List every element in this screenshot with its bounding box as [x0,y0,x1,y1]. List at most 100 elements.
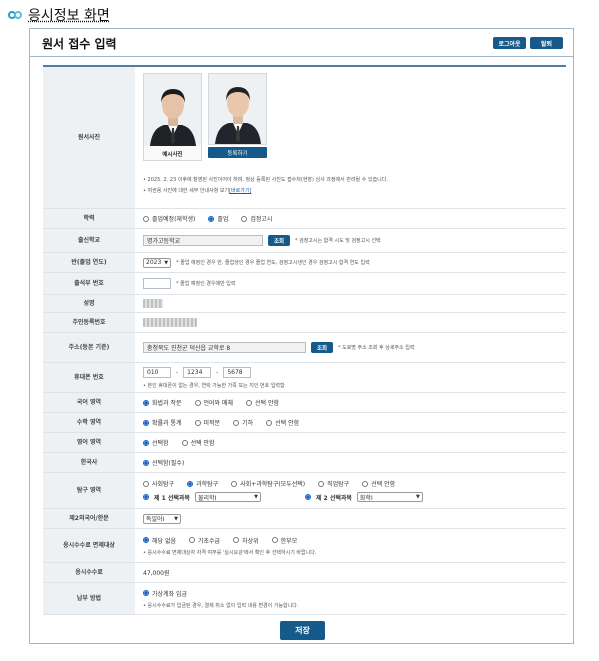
english-options: 선택함 선택 안함 [143,438,566,447]
exemption-option-label: 기초수급 [198,537,221,545]
double-circle-icon [8,10,22,20]
person-photo-icon [212,76,263,144]
education-option-label: 졸업예정(재학생) [152,216,196,223]
address-input[interactable]: 충청북도 진천군 덕산읍 교학로 8 [143,342,306,353]
math-option[interactable]: 미적분 [194,418,221,427]
exemption-option[interactable]: 해당 없음 [143,536,176,545]
payment-option[interactable]: 가상계좌 입금 [143,589,187,598]
korean-option-label: 언어와 매체 [203,400,234,407]
inquiry-option[interactable]: 직업탐구 [318,479,349,488]
attendance-hint: * 졸업 예정인 경우에만 입력 [176,281,236,287]
exemption-hint: • 응시수수료 면제대상자 자격 여부를 '실시요강'에서 확인 후 선택하시기… [143,549,317,556]
school-hint: * 검정고시는 합격 시도 및 검정고시 선택 [295,238,381,244]
label-exemption: 응시수수료 면제대상 [43,529,135,562]
foreign-language-select[interactable]: 독일어Ⅰ ▼ [143,513,181,524]
second-subject-select[interactable]: 화학Ⅰ ▼ [356,492,423,502]
chevron-down-icon: ▼ [174,515,178,522]
inquiry-option[interactable]: 사회+과학탐구(모두선택) [231,479,305,488]
label-inquiry: 탐구 영역 [43,473,135,508]
radio-button[interactable] [143,459,149,466]
education-option[interactable]: 졸업예정(재학생) [143,214,195,223]
photo-guide-link[interactable]: [바로가기] [229,187,251,194]
withdraw-button[interactable]: 탈퇴 [530,37,563,49]
radio-button[interactable] [266,419,273,426]
radio-button[interactable] [189,537,195,543]
school-search-button[interactable]: 조회 [268,235,290,246]
label-address-line1: 주소 [68,344,80,351]
radio-button[interactable] [233,419,240,426]
english-option[interactable]: 선택함 [143,438,169,447]
education-option[interactable]: 졸업 [208,214,228,223]
radio-button[interactable] [143,537,149,543]
radio-button[interactable] [143,419,149,426]
label-name: 성명 [43,295,135,312]
label-resident: 주민등록번호 [43,313,135,332]
photo-note-2: • 여권용 사진에 대한 세부 안내사항 보기 [143,188,230,194]
school-input[interactable]: 명가고등학교 [143,235,263,246]
korean-option[interactable]: 선택 안함 [246,398,279,407]
radio-button[interactable] [318,480,325,487]
history-option[interactable]: 선택함(필수) [143,458,184,467]
second-subject-label: 제 2 선택과목 [315,494,352,502]
radio-button[interactable] [362,480,369,487]
radio-button[interactable] [194,399,201,406]
inquiry-option[interactable]: 과학탐구 [187,479,218,488]
math-option[interactable]: 확률과 통계 [143,418,182,427]
radio-button[interactable] [143,480,149,487]
label-education: 학력 [43,209,135,228]
radio-button[interactable] [271,537,278,543]
radio-button[interactable] [187,480,194,487]
row-korean: 국어 영역 화법과 작문 언어와 매체 선택 안함 [43,393,566,413]
inquiry-option-label: 선택 안함 [371,481,396,488]
phone-part3-input[interactable]: 5678 [223,366,252,378]
save-button[interactable]: 저장 [280,621,325,640]
exemption-option[interactable]: 한부모 [271,536,297,545]
label-fee: 응시수수료 [43,563,135,582]
education-option[interactable]: 검정고시 [241,214,272,223]
radio-button[interactable] [143,399,149,406]
label-foreign: 제2외국어/한문 [43,509,135,528]
inquiry-option[interactable]: 선택 안함 [362,479,395,488]
label-attendance: 출석부 번호 [43,273,135,294]
radio-button[interactable] [241,215,248,222]
inquiry-option[interactable]: 사회탐구 [143,479,174,488]
row-resident: 주민등록번호 [43,313,566,333]
logout-button[interactable]: 로그아웃 [493,37,526,49]
radio-button[interactable] [143,215,149,222]
math-option-label: 미적분 [203,420,221,427]
radio-button[interactable] [231,480,238,487]
radio-button[interactable] [143,439,149,446]
label-address-line2: (등본 기준) [79,344,110,351]
first-subject-label: 제 1 선택과목 [154,494,190,502]
inquiry-option-label: 사회탐구 [152,481,175,488]
korean-option[interactable]: 화법과 작문 [143,398,182,407]
second-subject-radio[interactable] [304,494,311,500]
label-korean: 국어 영역 [43,393,135,412]
radio-button[interactable] [181,439,188,446]
application-form: 원서 접수 입력 로그아웃 탈퇴 원서사진 예시사진 등록하기 • 2025. … [29,28,574,644]
math-option-label: 선택 안함 [275,420,300,427]
radio-button[interactable] [233,537,240,543]
label-english: 영어 영역 [43,433,135,452]
radio-button[interactable] [143,590,149,596]
first-subject-select[interactable]: 물리학Ⅰ ▼ [194,492,261,502]
math-option[interactable]: 기하 [233,418,253,427]
math-option[interactable]: 선택 안함 [266,418,299,427]
radio-button[interactable] [246,399,253,406]
register-photo-button[interactable]: 등록하기 [208,147,267,158]
radio-button[interactable] [194,419,201,426]
attendance-input[interactable] [143,278,171,289]
korean-option-label: 선택 안함 [255,400,280,407]
address-hint: * 도로명 주소 조회 후 상세주소 입력 [338,345,415,351]
row-photo: 원서사진 예시사진 등록하기 • 2025. 2. 23 이후에 촬영된 사진이… [43,67,566,209]
phone-part1-input[interactable]: 010 [143,366,171,378]
exemption-option[interactable]: 차상위 [233,536,259,545]
radio-button[interactable] [208,215,215,222]
english-option[interactable]: 선택 안함 [181,438,215,447]
graduation-year-select[interactable]: 2023 ▼ [143,257,172,268]
phone-part2-input[interactable]: 1234 [183,366,212,378]
exemption-option[interactable]: 기초수급 [189,536,220,545]
korean-option[interactable]: 언어와 매체 [194,398,234,407]
first-subject-radio[interactable] [143,494,149,500]
address-search-button[interactable]: 조회 [311,342,333,353]
